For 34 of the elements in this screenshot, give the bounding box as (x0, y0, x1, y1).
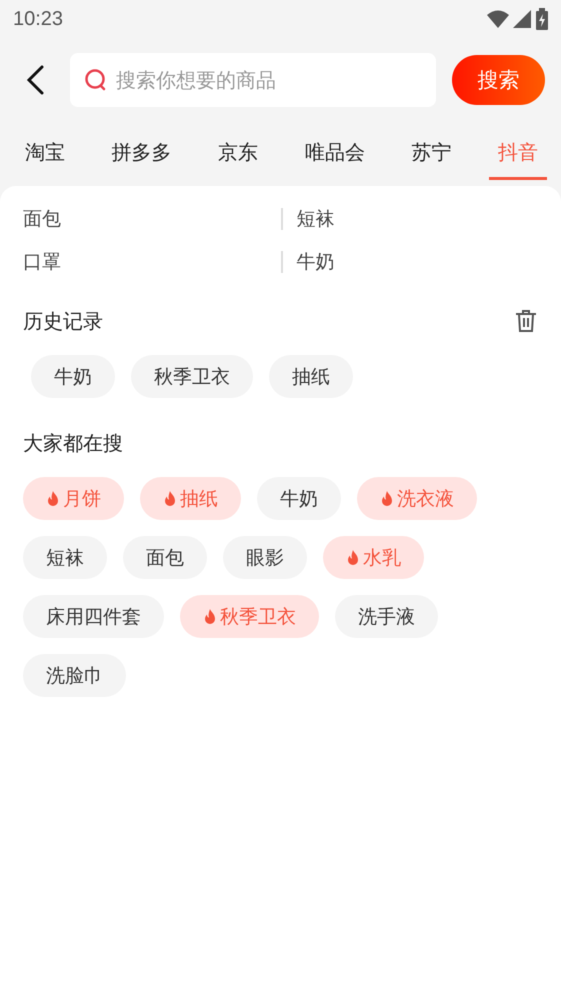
platform-tab[interactable]: 苏宁 (402, 122, 460, 180)
platform-tab[interactable]: 唯品会 (296, 122, 374, 180)
platform-tab[interactable]: 淘宝 (16, 122, 74, 180)
search-placeholder: 搜索你想要的商品 (116, 66, 276, 94)
search-chip[interactable]: 床用四件套 (23, 595, 164, 638)
search-icon (84, 68, 108, 92)
section-title: 历史记录 (23, 308, 103, 335)
signal-icon (513, 10, 531, 28)
delete-button[interactable] (514, 308, 538, 334)
flame-icon (46, 490, 60, 506)
suggestion-item[interactable]: 面包 (23, 208, 61, 230)
flame-icon (203, 608, 217, 624)
suggestion-item[interactable]: 口罩 (23, 251, 61, 273)
search-chip[interactable]: 短袜 (23, 536, 107, 579)
platform-tab[interactable]: 拼多多 (102, 122, 181, 180)
suggestion-item[interactable]: 牛奶 (280, 251, 334, 273)
history-chip[interactable]: 牛奶 (31, 355, 115, 398)
search-chip[interactable]: 洗手液 (335, 595, 438, 638)
search-chip[interactable]: 面包 (123, 536, 207, 579)
platform-tab[interactable]: 京东 (209, 122, 268, 180)
history-chip[interactable]: 秋季卫衣 (131, 355, 253, 398)
status-time: 10:23 (13, 8, 64, 30)
flame-icon (380, 490, 394, 506)
search-chip[interactable]: 眼影 (223, 536, 307, 579)
flame-icon (163, 490, 177, 506)
wifi-icon (487, 10, 509, 28)
history-chip[interactable]: 抽纸 (269, 355, 353, 398)
search-chip[interactable]: 牛奶 (257, 477, 341, 520)
search-button[interactable]: 搜索 (452, 55, 545, 105)
flame-icon (346, 550, 360, 566)
section-title: 大家都在搜 (23, 430, 123, 457)
battery-icon (535, 8, 549, 30)
suggestion-item[interactable]: 短袜 (280, 208, 334, 230)
search-chip[interactable]: 洗脸巾 (23, 654, 126, 697)
